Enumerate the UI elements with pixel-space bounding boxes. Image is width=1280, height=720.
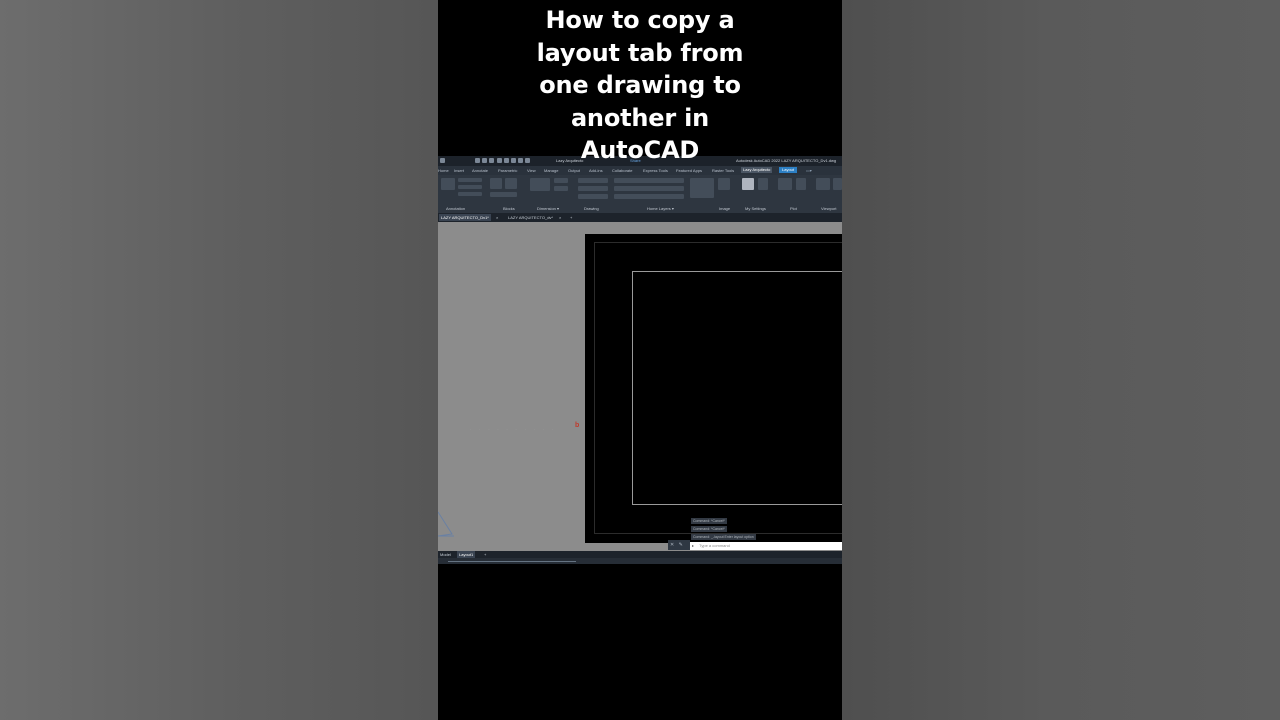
ribbon-tab-layout[interactable]: Layout	[779, 167, 798, 173]
ribbon-tool-icon[interactable]	[458, 185, 482, 189]
video-caption: How to copy a layout tab from one drawin…	[438, 4, 842, 167]
ribbon-tool-icon[interactable]	[441, 178, 455, 190]
plot-icon[interactable]	[778, 178, 792, 190]
command-placeholder: Type a command	[699, 543, 730, 548]
user-settings-icon[interactable]	[742, 178, 754, 190]
file-tab-active[interactable]: LAZY ARQUITECTO_Dv1*	[439, 214, 491, 221]
ribbon-tool-icon[interactable]	[758, 178, 768, 190]
status-bar	[438, 558, 842, 564]
ribbon-tool-icon[interactable]	[490, 178, 502, 189]
ribbon-tab-view[interactable]: View	[527, 168, 536, 173]
new-tab-icon[interactable]: +	[570, 214, 572, 221]
panel-label-plot[interactable]: Plot	[790, 206, 797, 211]
ribbon-tool-icon[interactable]	[833, 178, 842, 190]
ribbon-tool-icon[interactable]	[614, 186, 684, 191]
triangle-tool-icon	[438, 511, 454, 537]
panel-label-dimension[interactable]: Dimension ▾	[537, 206, 559, 211]
command-input[interactable]: ▸ Type a command	[690, 542, 842, 550]
ribbon-tool-icon[interactable]	[490, 192, 517, 197]
ribbon-tool-icon[interactable]	[718, 178, 730, 190]
ribbon-tab-output[interactable]: Output	[568, 168, 580, 173]
ribbon-tool-icon[interactable]	[690, 178, 714, 198]
ribbon-tool-icon[interactable]	[554, 186, 568, 191]
wrench-icon[interactable]: ✎	[679, 542, 683, 548]
new-layout-icon[interactable]: +	[482, 551, 488, 558]
ribbon-tool-icon[interactable]	[554, 178, 568, 183]
tab-model[interactable]: Model	[438, 551, 453, 558]
ribbon-tool-icon[interactable]	[458, 192, 482, 196]
ribbon-tab-raster-tools[interactable]: Raster Tools	[712, 168, 734, 173]
ribbon-tool-icon[interactable]	[796, 178, 806, 190]
ribbon-tab-home[interactable]: Home	[438, 168, 449, 173]
layout-tab-bar: Model Layout1 +	[438, 551, 842, 558]
ribbon-tool-icon[interactable]	[530, 178, 550, 191]
autocad-window: Lazy Arquitecto Share Autodesk AutoCAD 2…	[438, 156, 842, 564]
command-history-line: Command: *Cancel*	[691, 526, 727, 532]
caption-line: another in	[570, 103, 710, 132]
caption-line: layout tab from	[536, 38, 744, 67]
ribbon-tool-icon[interactable]	[578, 186, 608, 191]
ribbon-tab-featured-apps[interactable]: Featured Apps	[676, 168, 702, 173]
drawing-canvas[interactable]: b · · · · · · · · · ·	[438, 222, 842, 551]
ribbon-panel: Annotation Blocks Dimension ▾ Drawing Ho…	[438, 175, 842, 213]
panel-label-my-settings[interactable]: My Settings	[745, 206, 766, 211]
caption-line: one drawing to	[539, 71, 741, 99]
panel-label-blocks[interactable]: Blocks	[503, 206, 515, 211]
ribbon-tab-insert[interactable]: Insert	[454, 168, 464, 173]
tab-layout1[interactable]: Layout1	[457, 551, 476, 558]
ribbon-tool-icon[interactable]	[578, 194, 608, 199]
caption-line: How to copy a	[545, 6, 735, 34]
ribbon-tab-collaborate[interactable]: Collaborate	[612, 168, 632, 173]
close-icon[interactable]: ×	[559, 214, 561, 221]
panel-label-annotation[interactable]: Annotation	[446, 206, 465, 211]
file-tab-bar: LAZY ARQUITECTO_Dv1* × LAZY ARQUITECTO_d…	[438, 213, 842, 222]
viewport-icon[interactable]	[816, 178, 830, 190]
command-line-tools: ✕ ✎	[668, 540, 690, 550]
command-history-line: Command: _-layout Enter layout option	[691, 534, 756, 540]
ribbon-extra-icon[interactable]: ▭▾	[806, 168, 812, 173]
command-prompt-icon: ▸	[692, 543, 695, 548]
ribbon-tab-parametric[interactable]: Parametric	[498, 168, 517, 173]
faint-canvas-text: · · · · · · · · · ·	[470, 427, 557, 433]
ribbon-tab-annotate[interactable]: Annotate	[472, 168, 488, 173]
close-icon[interactable]: ×	[496, 214, 498, 221]
panel-label-image[interactable]: Image	[719, 206, 730, 211]
ribbon-tool-icon[interactable]	[614, 194, 684, 199]
layout-paper-sheet[interactable]	[585, 234, 842, 543]
ribbon-tool-icon[interactable]	[505, 178, 517, 189]
ribbon-tab-add-ins[interactable]: Add-ins	[589, 168, 603, 173]
cursor-marker: b	[575, 422, 580, 429]
caption-line: AutoCAD	[580, 136, 700, 164]
panel-label-home-layers[interactable]: Home Layers ▾	[647, 206, 674, 211]
layout-viewport[interactable]	[632, 271, 842, 505]
file-tab[interactable]: LAZY ARQUITECTO_dv*	[506, 214, 555, 221]
ribbon-tab-express-tools[interactable]: Express Tools	[643, 168, 668, 173]
ribbon-tool-icon[interactable]	[458, 178, 482, 182]
close-icon[interactable]: ✕	[670, 542, 674, 548]
ribbon-tab-manage[interactable]: Manage	[544, 168, 558, 173]
ribbon-tab-lazy-arquitecto[interactable]: Lazy Arquitecto	[741, 167, 773, 173]
status-progress-line	[448, 561, 576, 562]
video-frame: How to copy a layout tab from one drawin…	[438, 0, 842, 720]
ribbon-tool-icon[interactable]	[578, 178, 608, 183]
panel-label-viewport[interactable]: Viewport	[821, 206, 837, 211]
ribbon-tab-bar: Home Insert Annotate Parametric View Man…	[438, 166, 842, 175]
panel-label-drawing[interactable]: Drawing	[584, 206, 599, 211]
ribbon-tool-icon[interactable]	[614, 178, 684, 183]
command-history-line: Command: *Cancel*	[691, 518, 727, 524]
